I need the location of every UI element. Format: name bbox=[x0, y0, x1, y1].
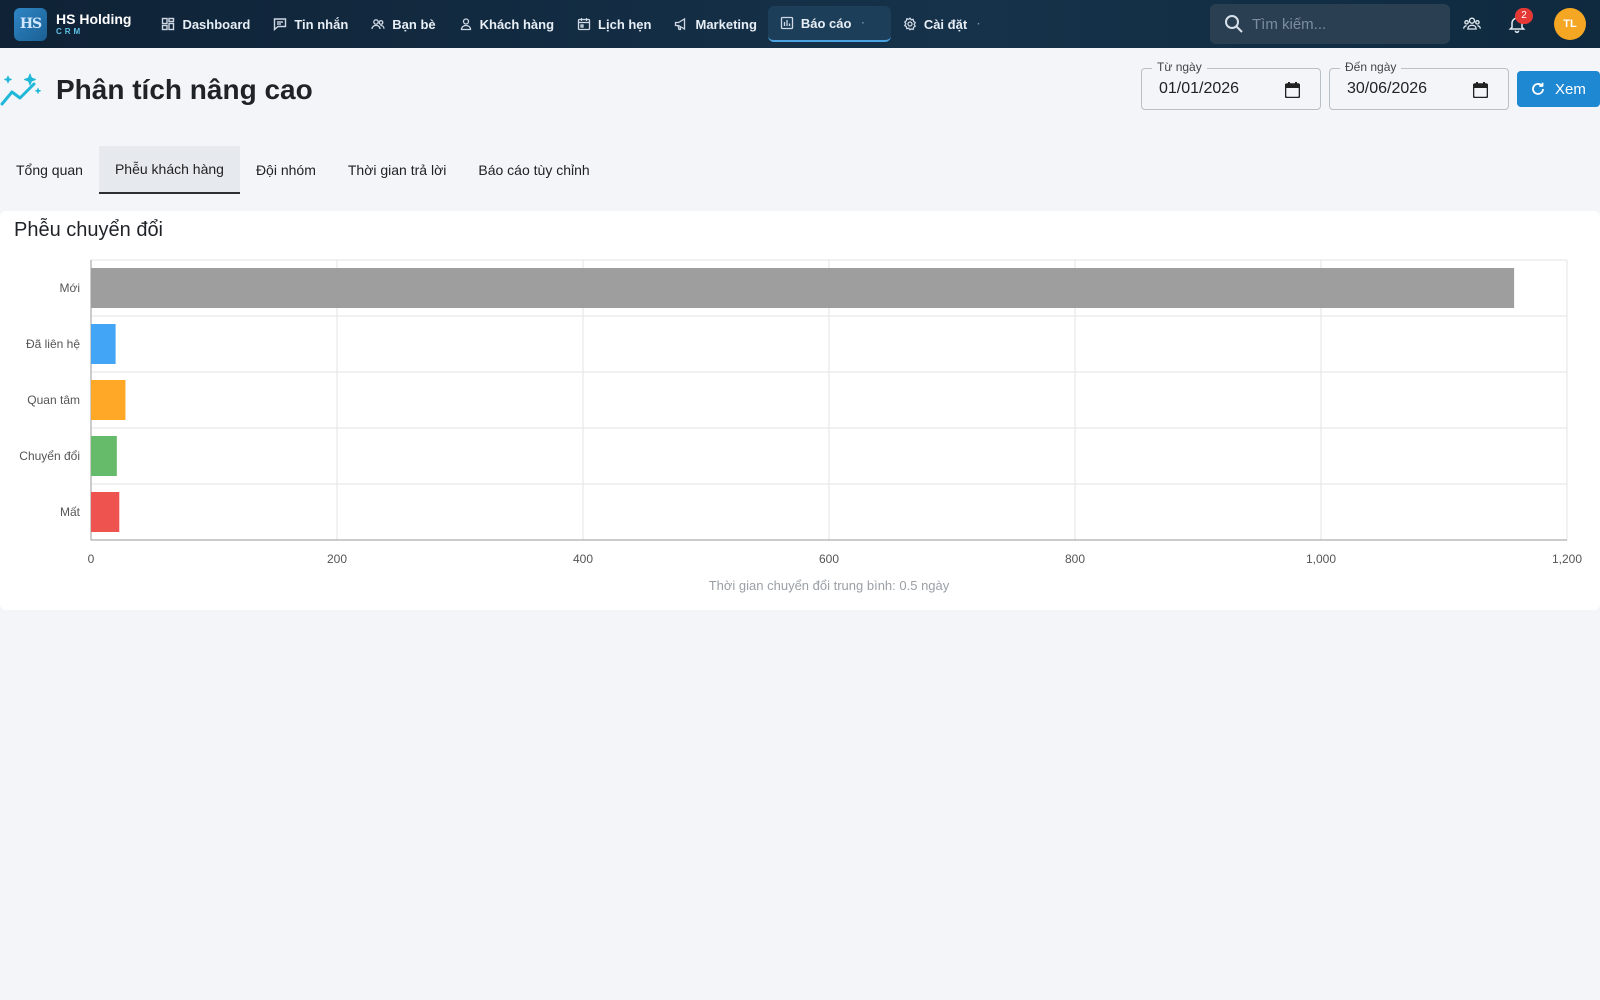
brand-name: HS Holding bbox=[56, 11, 132, 27]
nav-item-label: Lịch hẹn bbox=[598, 16, 652, 32]
from-date-label: Từ ngày bbox=[1152, 60, 1207, 74]
tab-response-time[interactable]: Thời gian trả lời bbox=[332, 146, 463, 194]
nav-item-settings[interactable]: Cài đặt · bbox=[891, 6, 992, 42]
calendar-picker-icon[interactable] bbox=[1473, 82, 1488, 98]
nav-item-label: Báo cáo bbox=[800, 15, 852, 31]
gear-icon bbox=[903, 17, 917, 31]
x-tick-label: 800 bbox=[1065, 552, 1085, 566]
search-input[interactable] bbox=[1252, 15, 1432, 33]
user-avatar[interactable]: TL bbox=[1554, 8, 1586, 40]
nav-item-friends[interactable]: Bạn bè bbox=[359, 6, 446, 42]
main-nav: Dashboard Tin nhắn Bạn bè Khách hàng Lịc… bbox=[149, 0, 991, 48]
tab-customer-funnel[interactable]: Phễu khách hàng bbox=[98, 146, 240, 194]
nav-item-label: Marketing bbox=[695, 16, 757, 32]
nav-item-customers[interactable]: Khách hàng bbox=[447, 6, 565, 42]
to-date-field[interactable]: Đến ngày 30/06/2026 bbox=[1329, 60, 1509, 110]
x-tick-label: 1,200 bbox=[1552, 552, 1582, 566]
x-tick-label: 600 bbox=[819, 552, 839, 566]
view-button[interactable]: Xem bbox=[1517, 71, 1600, 107]
bar bbox=[91, 380, 126, 420]
top-navigation-bar: HS HS Holding CRM Dashboard Tin nhắn Bạn… bbox=[0, 0, 1600, 48]
nav-item-label: Tin nhắn bbox=[294, 16, 349, 32]
tab-teams[interactable]: Đội nhóm bbox=[240, 146, 332, 194]
x-tick-label: 400 bbox=[573, 552, 593, 566]
nav-item-dashboard[interactable]: Dashboard bbox=[149, 6, 261, 42]
funnel-chart-card: Phễu chuyển đổi 0 200 400 600 800 1,000 1,200 M… bbox=[0, 211, 1600, 610]
y-tick-label: Quan tâm bbox=[27, 393, 80, 407]
notification-badge: 2 bbox=[1515, 8, 1533, 24]
nav-item-appointments[interactable]: Lịch hẹn bbox=[565, 6, 662, 42]
search-box[interactable] bbox=[1210, 4, 1450, 44]
customer-icon bbox=[459, 17, 473, 31]
bar bbox=[91, 324, 116, 364]
view-button-label: Xem bbox=[1555, 80, 1586, 98]
to-date-label: Đến ngày bbox=[1340, 60, 1402, 74]
nav-item-reports[interactable]: Báo cáo · bbox=[767, 6, 891, 42]
calendar-icon bbox=[577, 17, 591, 31]
y-tick-label: Mới bbox=[59, 281, 80, 295]
brand-subtitle: CRM bbox=[56, 27, 84, 36]
nav-item-messages[interactable]: Tin nhắn bbox=[261, 6, 359, 42]
analytics-sparkle-icon bbox=[0, 72, 42, 108]
x-tick-label: 200 bbox=[327, 552, 347, 566]
nav-item-marketing[interactable]: Marketing bbox=[662, 6, 767, 42]
to-date-value[interactable]: 30/06/2026 bbox=[1347, 80, 1427, 98]
report-tabs: Tổng quan Phễu khách hàng Đội nhóm Thời … bbox=[0, 146, 606, 194]
y-tick-label: Mất bbox=[60, 505, 81, 519]
y-tick-label: Đã liên hệ bbox=[26, 337, 80, 351]
funnel-bar-chart: 0 200 400 600 800 1,000 1,200 Mới Đã liên hệ Quan… bbox=[19, 259, 1582, 593]
message-icon bbox=[273, 17, 287, 31]
refresh-icon bbox=[1531, 82, 1545, 96]
x-tick-label: 1,000 bbox=[1306, 552, 1336, 566]
megaphone-icon bbox=[674, 17, 688, 31]
brand-logo: HS bbox=[14, 7, 47, 41]
bar bbox=[91, 492, 120, 532]
search-icon bbox=[1224, 14, 1244, 34]
page-header: Phân tích nâng cao bbox=[0, 68, 313, 112]
nav-item-label: Bạn bè bbox=[392, 16, 436, 32]
from-date-value[interactable]: 01/01/2026 bbox=[1159, 80, 1239, 98]
dropdown-dot-icon: · bbox=[861, 17, 865, 29]
page-title: Phân tích nâng cao bbox=[56, 74, 313, 105]
x-tick-label: 0 bbox=[88, 552, 95, 566]
report-icon bbox=[780, 16, 794, 30]
dashboard-icon bbox=[161, 17, 175, 31]
nav-item-label: Dashboard bbox=[182, 16, 251, 32]
nav-item-label: Cài đặt bbox=[923, 16, 968, 32]
bar bbox=[91, 436, 117, 476]
tab-overview[interactable]: Tổng quan bbox=[0, 146, 99, 194]
team-icon[interactable] bbox=[1460, 12, 1484, 36]
brand-text: HS Holding CRM bbox=[56, 12, 131, 36]
friends-icon bbox=[371, 17, 385, 31]
avg-conversion-note: Thời gian chuyển đổi trung bình: 0.5 ngà… bbox=[709, 578, 950, 593]
bar bbox=[91, 268, 1515, 308]
nav-item-label: Khách hàng bbox=[479, 16, 555, 32]
dropdown-dot-icon: · bbox=[977, 18, 981, 30]
from-date-field[interactable]: Từ ngày 01/01/2026 bbox=[1141, 60, 1321, 110]
tab-custom-report[interactable]: Báo cáo tùy chỉnh bbox=[462, 146, 605, 194]
y-tick-label: Chuyển đổi bbox=[19, 449, 80, 463]
brand[interactable]: HS HS Holding CRM bbox=[14, 0, 131, 48]
calendar-picker-icon[interactable] bbox=[1285, 82, 1300, 98]
